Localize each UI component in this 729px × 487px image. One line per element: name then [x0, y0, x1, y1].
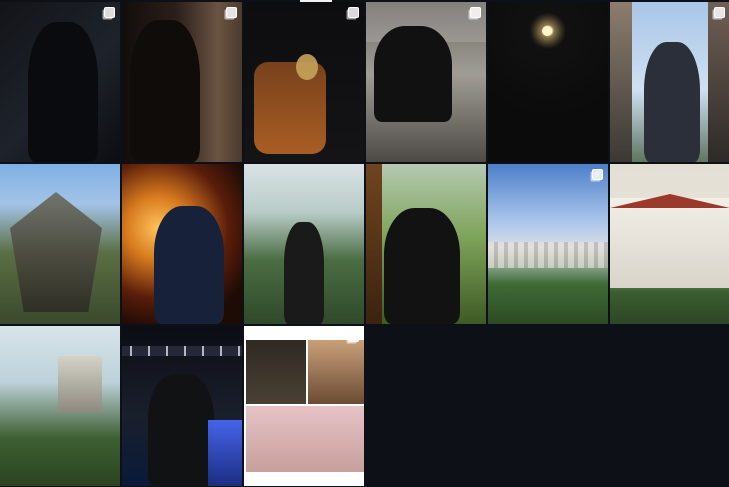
carousel-icon [104, 7, 115, 18]
carousel-icon [714, 7, 725, 18]
posts-grid [0, 0, 729, 487]
post-tile[interactable] [610, 2, 729, 162]
post-tile[interactable] [610, 164, 729, 324]
carousel-icon [226, 7, 237, 18]
post-tile[interactable] [0, 326, 120, 486]
carousel-icon [348, 7, 359, 18]
post-tile[interactable] [366, 164, 486, 324]
post-tile[interactable] [0, 2, 120, 162]
post-tile[interactable] [122, 164, 242, 324]
post-tile[interactable] [366, 2, 486, 162]
post-tile[interactable] [488, 164, 608, 324]
carousel-icon [348, 331, 359, 342]
carousel-icon [470, 7, 481, 18]
post-tile[interactable] [244, 164, 364, 324]
post-tile[interactable] [488, 2, 608, 162]
post-tile[interactable] [122, 326, 242, 486]
post-tile[interactable] [244, 2, 364, 162]
post-tile[interactable] [244, 326, 364, 486]
post-tile[interactable] [0, 164, 120, 324]
post-tile[interactable] [122, 2, 242, 162]
carousel-icon [592, 169, 603, 180]
